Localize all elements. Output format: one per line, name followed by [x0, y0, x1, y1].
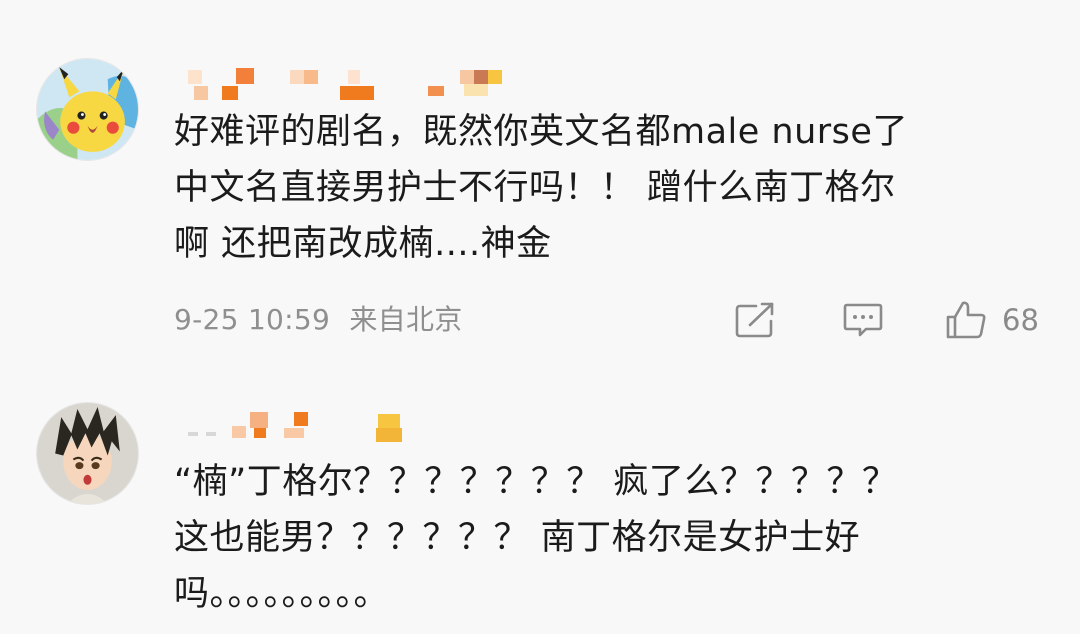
comment-item: 好难评的剧名，既然你英文名都male nurse了 中文名直接男护士不行吗！！ … [0, 0, 1080, 360]
comment-feed: 好难评的剧名，既然你英文名都male nurse了 中文名直接男护士不行吗！！ … [0, 0, 1080, 634]
share-icon [735, 302, 774, 338]
like-count: 68 [1002, 303, 1039, 337]
pikachu-avatar-icon [37, 59, 138, 160]
comment-text: “楠”丁格尔？？？？？？？ 疯了么？？？？？ 这也能男？？？？？？ 南丁格尔是女… [174, 462, 898, 614]
like-button[interactable]: 68 [944, 300, 1039, 340]
comment-meta: 9-25 10:59 来自北京 [174, 300, 463, 340]
comment-button[interactable] [842, 300, 884, 340]
comment-item: “楠”丁格尔？？？？？？？ 疯了么？？？？？ 这也能男？？？？？？ 南丁格尔是女… [0, 378, 1080, 634]
user-avatar[interactable] [36, 58, 139, 161]
username-censored[interactable] [188, 410, 528, 446]
comment-text: 好难评的剧名，既然你英文名都male nurse了 中文名直接男护士不行吗！！ … [174, 112, 908, 264]
user-avatar[interactable] [36, 402, 139, 505]
comment-icon [843, 303, 883, 337]
comment-location: 来自北京 [349, 303, 463, 336]
share-button[interactable] [734, 300, 776, 340]
anime-boy-avatar-icon [37, 403, 138, 504]
comment-timestamp: 9-25 10:59 [174, 303, 331, 336]
username-censored[interactable] [188, 66, 528, 102]
thumbs-up-icon [946, 301, 986, 339]
